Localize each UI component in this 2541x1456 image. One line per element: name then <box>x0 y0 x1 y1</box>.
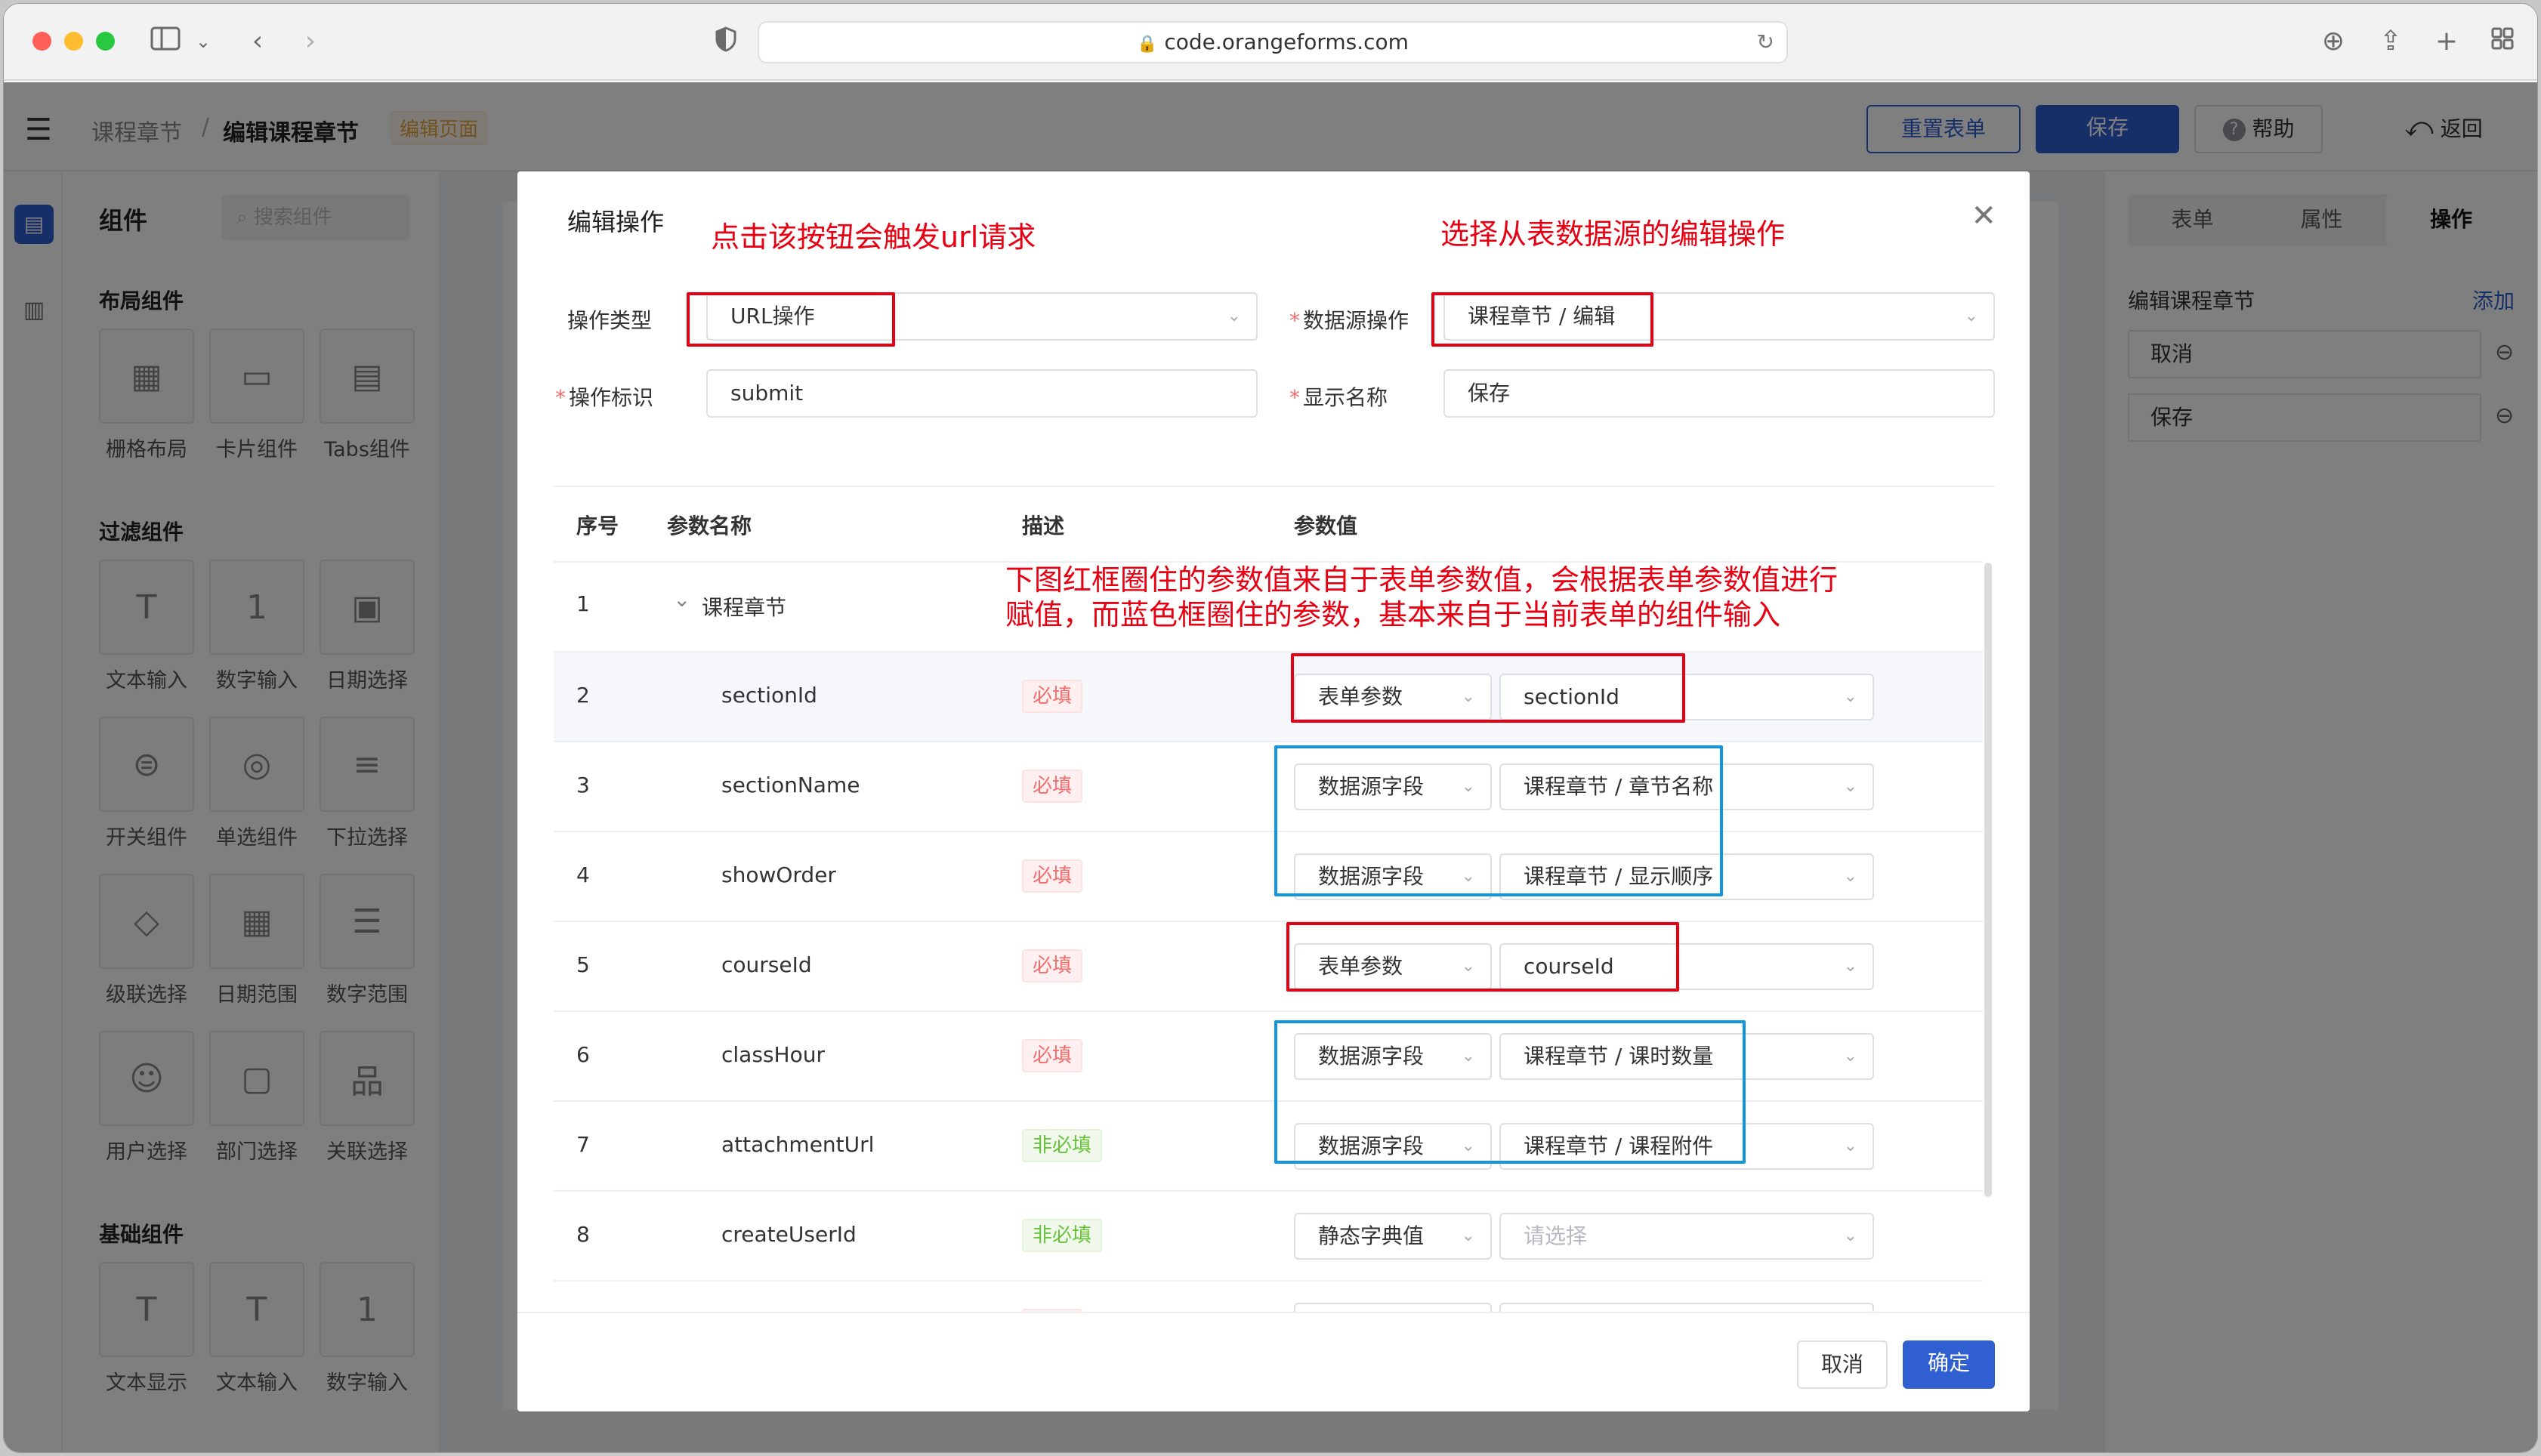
col-header-name: 参数名称 <box>667 514 752 538</box>
download-icon[interactable]: ⊕ <box>2314 26 2353 57</box>
param-name: classHour <box>721 1042 825 1067</box>
op-id-value: submit <box>730 381 804 406</box>
chevron-down-icon: ⌄ <box>1843 1226 1857 1245</box>
row-index: 6 <box>576 1042 590 1067</box>
display-name-value: 保存 <box>1468 381 1511 406</box>
required-badge: 必填 <box>1022 949 1083 982</box>
table-row: 4 showOrder 必填 数据源字段 ⌄ 课程章节 / 显示顺序 ⌄ <box>554 832 1983 922</box>
divider <box>554 486 1995 487</box>
group-name: 课程章节 <box>702 595 787 620</box>
chevron-down-icon: ⌄ <box>1843 1047 1857 1066</box>
chevron-down-icon: ⌄ <box>1227 307 1241 325</box>
chevron-down-icon: ⌄ <box>1843 957 1857 976</box>
param-name: showOrder <box>721 862 836 887</box>
minimize-window-button[interactable] <box>64 32 83 51</box>
op-id-input[interactable]: submit <box>706 369 1258 418</box>
chevron-down-icon: ⌄ <box>1964 307 1978 325</box>
confirm-button[interactable]: 确定 <box>1903 1340 1995 1389</box>
table-row: 5 courseId 必填 表单参数 ⌄ courseId ⌄ <box>554 922 1983 1012</box>
param-type-select[interactable]: 静态字典值 ⌄ <box>1294 1213 1492 1260</box>
sidebar-toggle-icon[interactable] <box>146 26 185 57</box>
browser-toolbar: ⌄ ‹ › 🔒 code.orangeforms.com ↻ ⊕ ⇪ + <box>4 4 2537 81</box>
required-badge: 非必填 <box>1022 1219 1103 1252</box>
table-row: 7 attachmentUrl 非必填 数据源字段 ⌄ 课程章节 / 课程附件 ⌄ <box>554 1102 1983 1192</box>
tab-overview-icon[interactable] <box>2483 26 2522 57</box>
table-body: 1 ⌄ 课程章节 2 sectionId 必填 表单参数 ⌄ sectionId ⌄ 3 sec… <box>517 563 1998 1312</box>
close-icon[interactable]: ✕ <box>1971 199 1996 233</box>
param-value-select[interactable]: 请选择 ⌄ <box>1499 1213 1874 1260</box>
new-tab-icon[interactable]: + <box>2427 26 2466 57</box>
annotation-url-note: 点击该按钮会触发url请求 <box>711 221 1036 254</box>
back-icon[interactable]: ‹ <box>238 26 277 57</box>
row-index: 8 <box>576 1222 590 1247</box>
annotation-datasource-note: 选择从表数据源的编辑操作 <box>1440 217 1786 251</box>
reload-icon[interactable]: ↻ <box>1757 23 1774 62</box>
annotation-red-box <box>1286 922 1679 992</box>
param-name: attachmentUrl <box>721 1132 875 1157</box>
param-name: courseId <box>721 952 812 977</box>
col-header-index: 序号 <box>576 514 619 538</box>
required-badge: 必填 <box>1022 859 1083 893</box>
op-type-label: 操作类型 <box>567 308 653 333</box>
chevron-down-icon: ⌄ <box>1462 1304 1475 1312</box>
annotation-params-note-1: 下图红框圈住的参数值来自于表单参数值，会根据表单参数值进行 <box>1005 563 1839 597</box>
cancel-button[interactable]: 取消 <box>1797 1340 1888 1389</box>
ds-op-label: * 数据源操作 <box>1289 308 1409 333</box>
annotation-blue-box <box>1274 1020 1746 1164</box>
annotation-red-box <box>687 292 895 347</box>
browser-window: ⌄ ‹ › 🔒 code.orangeforms.com ↻ ⊕ ⇪ + ☰ 课… <box>3 3 2538 1453</box>
table-row: 8 createUserId 非必填 静态字典值 ⌄ 请选择 ⌄ <box>554 1192 1983 1282</box>
chevron-down-icon: ⌄ <box>1843 867 1857 886</box>
footer-divider <box>517 1312 2030 1313</box>
row-index: 4 <box>576 862 590 887</box>
table-row: 9createTime必填静态字典值⌄请选择⌄ <box>554 1282 1983 1312</box>
param-value: 请选择 <box>1524 1223 1588 1248</box>
chevron-down-icon: ⌄ <box>1461 1226 1475 1245</box>
address-text: code.orangeforms.com <box>1164 29 1409 54</box>
forward-icon[interactable]: › <box>291 26 330 57</box>
expand-chevron-icon[interactable]: ⌄ <box>673 587 690 612</box>
row-index: 3 <box>576 773 590 797</box>
chevron-down-icon[interactable]: ⌄ <box>184 26 223 57</box>
edit-action-dialog: 编辑操作 ✕ 操作类型 URL操作 ⌄ * 数据源操作 课程章节 / 编辑 ⌄ *… <box>517 171 2030 1411</box>
maximize-window-button[interactable] <box>96 32 115 51</box>
address-bar[interactable]: 🔒 code.orangeforms.com ↻ <box>758 21 1788 63</box>
row-index: 1 <box>576 591 590 616</box>
row-index: 7 <box>576 1132 590 1157</box>
param-type-value: 静态字典值 <box>1318 1223 1425 1248</box>
param-name: sectionName <box>721 773 860 797</box>
row-index: 2 <box>576 683 590 708</box>
close-window-button[interactable] <box>32 32 51 51</box>
param-name: createUserId <box>721 1222 857 1247</box>
annotation-red-box <box>1291 653 1685 723</box>
dialog-title: 编辑操作 <box>567 208 665 236</box>
table-row: 3 sectionName 必填 数据源字段 ⌄ 课程章节 / 章节名称 ⌄ <box>554 742 1983 832</box>
chevron-down-icon: ⌄ <box>1844 1304 1857 1312</box>
share-icon[interactable]: ⇪ <box>2371 26 2410 57</box>
table-row: 6 classHour 必填 数据源字段 ⌄ 课程章节 / 课时数量 ⌄ <box>554 1012 1983 1102</box>
chevron-down-icon: ⌄ <box>1843 777 1857 796</box>
annotation-red-box <box>1431 292 1653 347</box>
chevron-down-icon: ⌄ <box>1843 1137 1857 1155</box>
table-row: 2 sectionId 必填 表单参数 ⌄ sectionId ⌄ <box>554 652 1983 742</box>
required-badge: 必填 <box>1022 680 1083 713</box>
param-name: sectionId <box>721 683 817 708</box>
annotation-blue-box <box>1274 745 1723 896</box>
param-value-select[interactable]: 请选择⌄ <box>1499 1303 1874 1312</box>
required-badge: 非必填 <box>1022 1129 1103 1162</box>
required-badge: 必填 <box>1022 1039 1083 1072</box>
op-id-label: * 操作标识 <box>555 385 654 410</box>
display-name-input[interactable]: 保存 <box>1443 369 1995 418</box>
chevron-down-icon: ⌄ <box>1843 687 1857 706</box>
table-scrollbar[interactable] <box>1984 563 1992 1197</box>
required-badge: 必填 <box>1022 770 1083 803</box>
shield-icon[interactable] <box>706 26 746 59</box>
annotation-params-note-2: 赋值，而蓝色框圈住的参数，基本来自于当前表单的组件输入 <box>1005 598 1781 631</box>
param-type-select[interactable]: 静态字典值⌄ <box>1294 1303 1492 1312</box>
col-header-value: 参数值 <box>1294 514 1358 538</box>
col-header-desc: 描述 <box>1022 514 1065 538</box>
row-index: 5 <box>576 952 590 977</box>
lock-icon: 🔒 <box>1137 35 1158 54</box>
display-name-label: * 显示名称 <box>1289 385 1388 410</box>
